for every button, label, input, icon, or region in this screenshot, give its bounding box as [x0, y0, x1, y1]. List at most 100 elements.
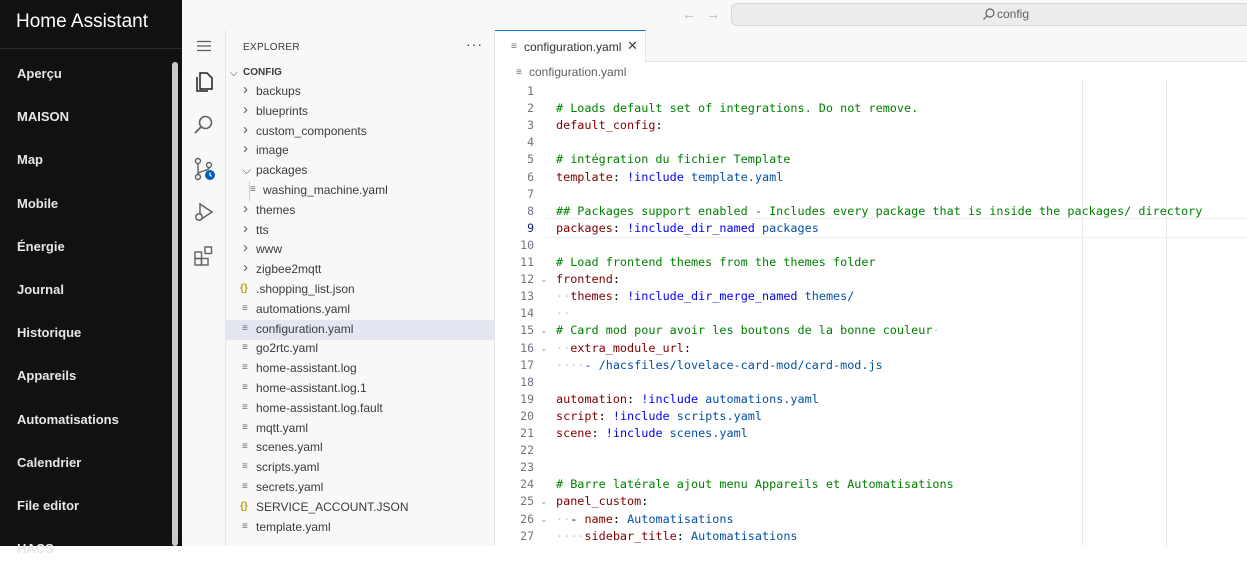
tree-item-label: mqtt.yaml	[256, 420, 309, 435]
breadcrumb[interactable]: configuration.yaml	[529, 65, 626, 79]
tree-item[interactable]: ≡ washing_machine.yaml	[226, 181, 494, 201]
tree-item[interactable]: {} SERVICE_ACCOUNT.JSON	[226, 498, 494, 518]
code-line: # Load frontend themes from the themes f…	[556, 254, 876, 271]
close-icon[interactable]: ✕	[627, 38, 638, 54]
code-line: frontend:	[556, 271, 620, 288]
ha-nav-item[interactable]: Historique	[17, 311, 81, 354]
line-number: 8	[527, 203, 534, 218]
chevron-down-icon[interactable]: ⌄	[540, 274, 548, 285]
menu-icon[interactable]	[196, 40, 212, 52]
code-token: :	[655, 118, 663, 133]
tree-item[interactable]: ≡ secrets.yaml	[226, 478, 494, 498]
tree-item-label: image	[256, 143, 289, 158]
chevron-down-icon[interactable]: ⌄	[540, 496, 548, 507]
tree-item[interactable]: ≡ scenes.yaml	[226, 438, 494, 458]
tree-item-label: template.yaml	[256, 519, 331, 534]
file-lines-icon: ≡	[242, 382, 248, 393]
ha-nav-item[interactable]: Énergie	[17, 225, 65, 268]
ha-nav-item[interactable]: File editor	[17, 484, 79, 527]
editor-ruler	[1166, 80, 1167, 546]
arrow-right-icon[interactable]: →	[706, 6, 720, 22]
ha-sidebar-scrollbar[interactable]	[172, 62, 178, 546]
source-control-icon[interactable]	[192, 157, 216, 181]
tree-item[interactable]: › tts	[226, 220, 494, 241]
tree-item[interactable]: ≡ mqtt.yaml	[226, 419, 494, 439]
code-token: ··	[556, 511, 571, 526]
run-debug-icon[interactable]	[192, 200, 216, 224]
line-number: 6	[527, 169, 534, 184]
code-token: script	[556, 408, 599, 423]
json-file-icon: {}	[240, 500, 248, 512]
tree-item[interactable]: › blueprints	[226, 101, 494, 122]
search-icon[interactable]	[192, 113, 216, 137]
ha-title: Home Assistant	[16, 11, 148, 32]
tree-item[interactable]: ≡ home-assistant.log.fault	[226, 399, 494, 419]
search-icon	[983, 8, 995, 20]
chevron-down-icon[interactable]: ⌄	[540, 514, 548, 525]
line-number: 13	[520, 289, 534, 304]
json-file-icon: {}	[240, 283, 248, 294]
ha-nav-item[interactable]: Automatisations	[17, 398, 119, 441]
ha-nav-item[interactable]: Aperçu	[17, 52, 62, 95]
code-token: :	[683, 340, 691, 355]
tree-item-label: configuration.yaml	[256, 321, 354, 336]
tree-item[interactable]: › www	[226, 239, 494, 260]
tree-item[interactable]: ≡ home-assistant.log.1	[226, 379, 494, 399]
chevron-down-icon[interactable]: ⌄	[540, 343, 548, 354]
tree-item[interactable]: › custom_components	[226, 121, 494, 142]
tree-item[interactable]: ⌵ packages	[226, 161, 494, 181]
tree-item[interactable]: ≡ automations.yaml	[226, 300, 494, 320]
tree-item-label: SERVICE_ACCOUNT.JSON	[256, 499, 409, 514]
file-lines-icon: ≡	[242, 322, 248, 334]
code-token: !include_dir_merge_named	[627, 289, 798, 304]
tree-item[interactable]: ≡ go2rtc.yaml	[226, 339, 494, 359]
ha-nav-item[interactable]: Appareils	[17, 354, 76, 397]
tree-item[interactable]: ≡ configuration.yaml	[226, 319, 494, 340]
tree-item[interactable]: › themes	[226, 200, 494, 221]
code-token: themes/	[797, 289, 855, 304]
explorer-root-config[interactable]: CONFIG	[243, 67, 282, 78]
tree-item-label: backups	[256, 84, 301, 98]
tree-item[interactable]: › image	[226, 140, 494, 161]
tree-item[interactable]: ≡ home-assistant.log	[226, 359, 494, 379]
ha-nav-item[interactable]: MAISON	[17, 95, 69, 138]
code-token: :	[612, 220, 628, 235]
tree-item-label: .shopping_list.json	[256, 282, 355, 296]
tree-item[interactable]: {} .shopping_list.json	[226, 280, 494, 300]
chevron-down-icon[interactable]: ⌄	[540, 325, 548, 336]
line-number: 10	[520, 237, 534, 252]
activity-bar	[182, 30, 226, 546]
line-number: 4	[527, 135, 534, 150]
ha-nav-item[interactable]: Calendrier	[17, 441, 81, 484]
tree-item[interactable]: ≡ scripts.yaml	[226, 458, 494, 478]
tree-item[interactable]: › backups	[226, 81, 494, 102]
code-token: :	[598, 408, 613, 423]
code-line: packages: !include_dir_named packages	[556, 220, 819, 237]
tree-item[interactable]: › zigbee2mqtt	[226, 259, 494, 280]
ha-nav-item[interactable]: Mobile	[17, 182, 58, 225]
line-number: 5	[527, 152, 534, 167]
ha-nav-item[interactable]: Map	[17, 138, 43, 181]
extensions-icon[interactable]	[192, 244, 216, 268]
ha-nav-item[interactable]: Journal	[17, 268, 64, 311]
code-token: scenes.yaml	[662, 426, 748, 440]
code-token: automation	[556, 391, 628, 406]
tree-item-label: custom_components	[256, 123, 367, 138]
tree-item[interactable]: ≡ template.yaml	[226, 518, 494, 538]
code-token: ····	[556, 528, 585, 543]
code-token: :	[627, 391, 642, 406]
code-token: scripts.yaml	[669, 408, 763, 423]
more-actions-icon[interactable]: ···	[466, 36, 483, 52]
chevron-down-icon[interactable]: ⌵	[230, 68, 238, 79]
explorer-icon[interactable]	[192, 70, 216, 94]
code-token: sidebar_title	[584, 528, 677, 543]
ha-nav-item[interactable]: HACS	[17, 527, 54, 570]
code-token: :	[612, 289, 628, 304]
code-token: name	[584, 511, 613, 526]
arrow-left-icon[interactable]: ←	[682, 6, 696, 22]
tree-item-label: home-assistant.log	[256, 361, 357, 376]
tab-label: configuration.yaml	[524, 40, 622, 54]
tree-item-label: home-assistant.log.1	[256, 381, 367, 395]
code-token: themes	[570, 289, 613, 304]
tree-item-label: scenes.yaml	[256, 440, 323, 455]
